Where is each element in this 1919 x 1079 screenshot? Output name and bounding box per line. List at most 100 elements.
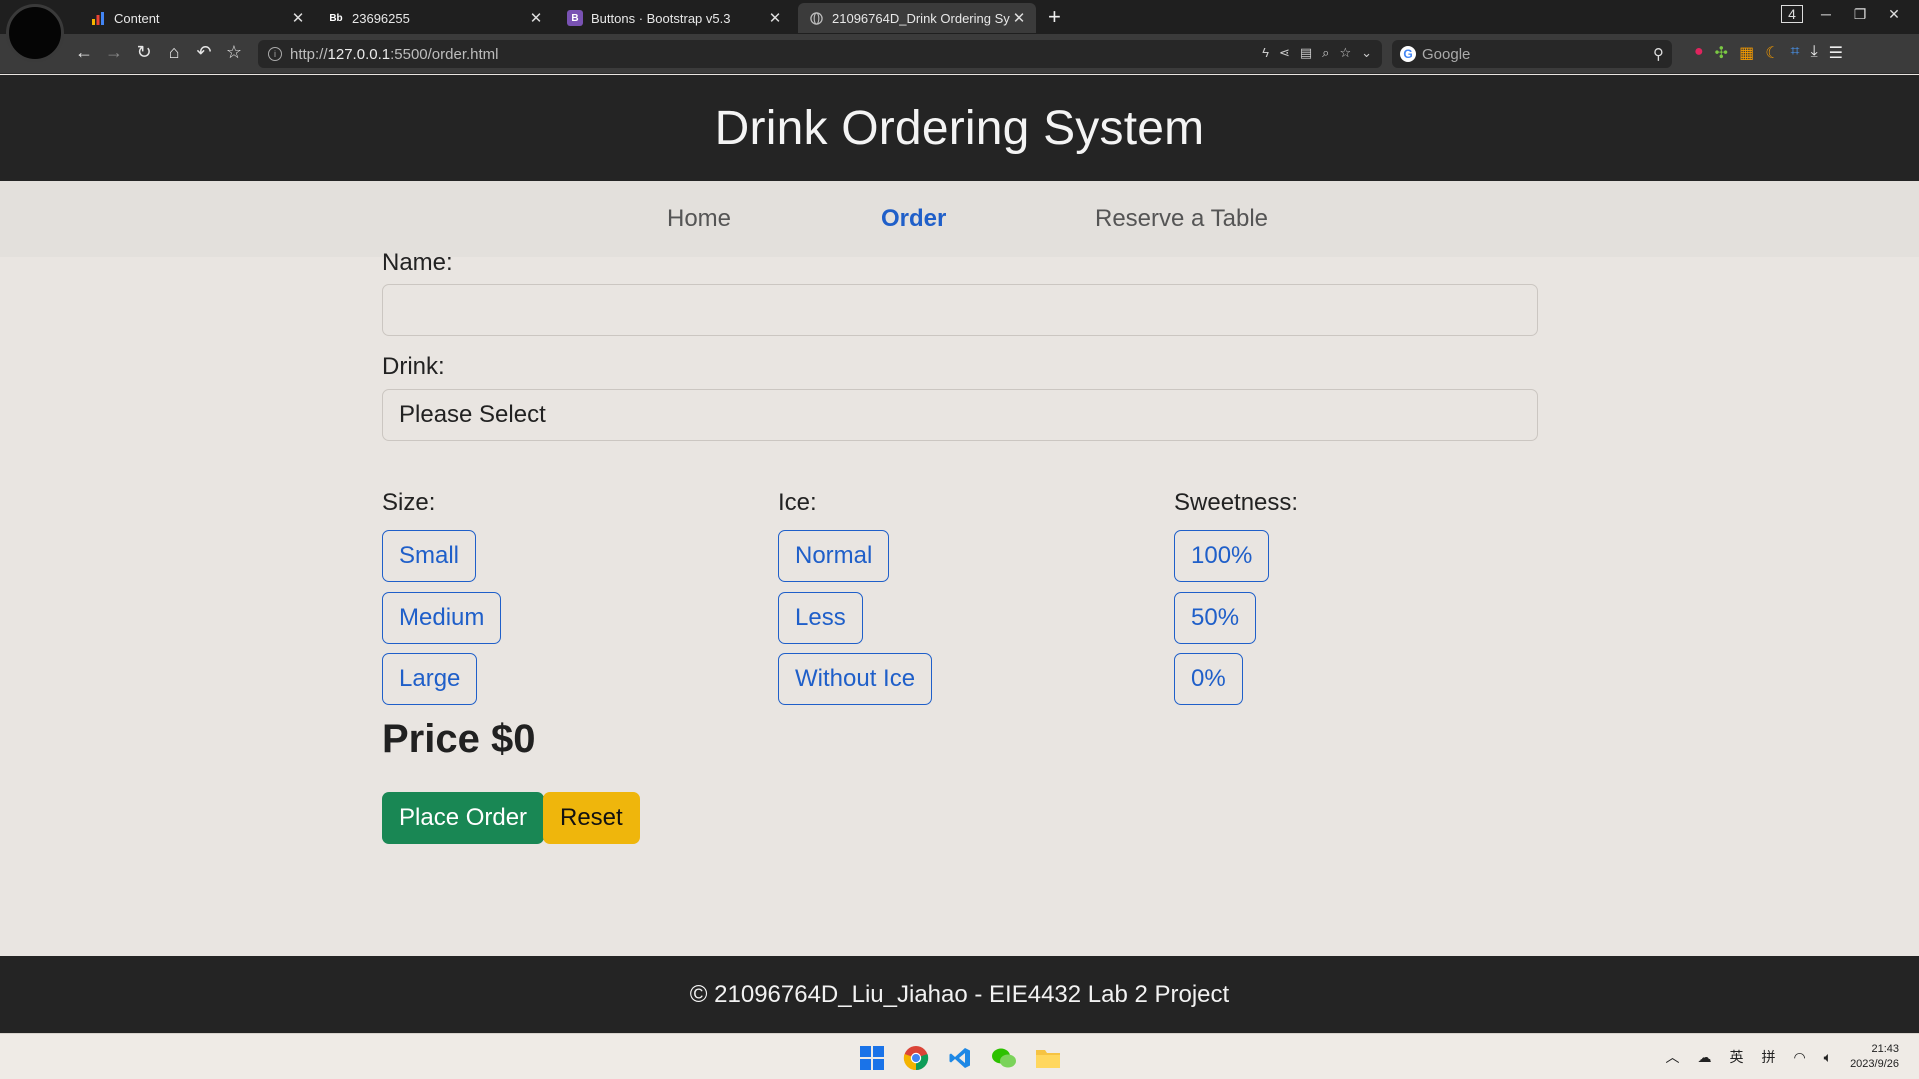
page-viewport: Drink Ordering System Home Order Reserve… xyxy=(0,75,1919,1033)
close-icon[interactable]: ✕ xyxy=(291,9,305,27)
lightning-icon[interactable]: ϟ xyxy=(1262,45,1269,61)
close-icon[interactable]: ✕ xyxy=(1012,9,1026,27)
browser-toolbar: ← → ↻ ⌂ ↶ ☆ i http:// 127.0.0.1 :5500/or… xyxy=(0,34,1919,74)
site-header: Drink Ordering System xyxy=(0,75,1919,181)
drink-label: Drink: xyxy=(382,353,445,380)
close-icon[interactable]: ✕ xyxy=(768,9,782,27)
bb-favicon-icon: Bb xyxy=(329,12,343,24)
ime-mode-indicator[interactable]: 拼 xyxy=(1761,1047,1775,1067)
price-display: Price $0 xyxy=(382,717,536,761)
ice-label: Ice: xyxy=(778,489,817,516)
tab-title: 23696255 xyxy=(352,10,410,26)
volume-icon[interactable]: 🔈︎ xyxy=(1824,1049,1832,1066)
clock-time: 21:43 xyxy=(1871,1043,1899,1055)
translate-icon[interactable]: ▤ xyxy=(1300,45,1312,61)
ice-normal-button[interactable]: Normal xyxy=(778,530,890,582)
ice-without-button[interactable]: Without Ice xyxy=(778,653,933,705)
restore-icon[interactable]: ❐ xyxy=(1843,6,1877,23)
url-scheme: http:// xyxy=(290,45,328,63)
share-icon[interactable]: ⋖ xyxy=(1279,45,1290,61)
moon-extension-icon[interactable]: ☾ xyxy=(1765,43,1779,63)
site-info-icon[interactable]: i xyxy=(268,47,282,61)
size-small-button[interactable]: Small xyxy=(382,530,477,582)
address-bar[interactable]: i http:// 127.0.0.1 :5500/order.html ϟ ⋖… xyxy=(258,40,1382,68)
chrome-icon[interactable] xyxy=(900,1042,932,1074)
url-path: :5500/order.html xyxy=(390,45,499,63)
close-window-icon[interactable]: ✕ xyxy=(1877,6,1911,23)
url-host: 127.0.0.1 xyxy=(327,45,391,63)
size-large-button[interactable]: Large xyxy=(382,653,478,705)
tab-content[interactable]: Content ✕ xyxy=(80,3,315,33)
tab-bootstrap-buttons[interactable]: B Buttons · Bootstrap v5.3 ✕ xyxy=(557,3,792,33)
file-explorer-icon[interactable] xyxy=(1032,1042,1064,1074)
vscode-icon[interactable] xyxy=(944,1042,976,1074)
sweetness-label: Sweetness: xyxy=(1174,489,1299,516)
site-footer: © 21096764D_Liu_Jiahao - EIE4432 Lab 2 P… xyxy=(0,956,1919,1033)
search-bar[interactable]: G Google ⚲ xyxy=(1392,40,1672,68)
tab-23696255[interactable]: Bb 23696255 ✕ xyxy=(318,3,553,33)
sweetness-100-button[interactable]: 100% xyxy=(1174,530,1270,582)
tab-title: Content xyxy=(114,10,160,26)
favorite-star-icon[interactable]: ☆ xyxy=(1339,45,1351,61)
footer-text: © 21096764D_Liu_Jiahao - EIE4432 Lab 2 P… xyxy=(689,980,1230,1008)
chevron-up-icon[interactable]: ︿ xyxy=(1665,1047,1679,1067)
window-controls: 4 ─ ❐ ✕ xyxy=(1775,5,1911,23)
apps-grid-icon[interactable]: ▦ xyxy=(1739,43,1754,63)
search-placeholder: Google xyxy=(1422,45,1471,63)
google-logo-icon: G xyxy=(1400,46,1416,62)
reset-button[interactable]: Reset xyxy=(543,792,640,844)
minimize-icon[interactable]: ─ xyxy=(1809,6,1843,23)
system-tray: ︿ ☁ 英 拼 ◠ 🔈︎ 21:43 2023/9/26 xyxy=(1665,1034,1899,1079)
clock[interactable]: 21:43 2023/9/26 xyxy=(1850,1042,1899,1072)
browser-profile-avatar[interactable] xyxy=(6,4,64,62)
globe-icon xyxy=(808,10,824,26)
ime-language-indicator[interactable]: 英 xyxy=(1729,1047,1743,1067)
nav-link-reserve-table[interactable]: Reserve a Table xyxy=(1095,205,1268,233)
browser-tab-bar: Content ✕ Bb 23696255 ✕ B Buttons · Boot… xyxy=(0,0,1919,62)
drink-select[interactable]: Please Select xyxy=(382,389,1538,441)
clock-date: 2023/9/26 xyxy=(1850,1058,1899,1070)
tab-drink-ordering[interactable]: 21096764D_Drink Ordering Sy ✕ xyxy=(798,3,1036,33)
size-medium-button[interactable]: Medium xyxy=(382,592,502,644)
reload-icon[interactable]: ↻ xyxy=(132,42,156,63)
cloud-icon[interactable]: ☁ xyxy=(1697,1049,1711,1066)
drink-select-value: Please Select xyxy=(399,401,546,428)
tab-count-badge[interactable]: 4 xyxy=(1775,5,1809,23)
download-icon[interactable]: ⤓ xyxy=(1811,43,1818,63)
bar-chart-icon xyxy=(90,10,106,26)
tab-title: Buttons · Bootstrap v5.3 xyxy=(591,10,731,26)
close-icon[interactable]: ✕ xyxy=(529,9,543,27)
sweetness-50-button[interactable]: 50% xyxy=(1174,592,1257,644)
name-label: Name: xyxy=(382,249,453,276)
page-title: Drink Ordering System xyxy=(714,101,1205,155)
back-arrow-icon[interactable]: ← xyxy=(72,42,96,63)
address-bar-actions: ϟ ⋖ ▤ ⌕ ☆ ⌄ xyxy=(1262,45,1372,61)
forward-arrow-icon[interactable]: → xyxy=(102,42,126,63)
ice-less-button[interactable]: Less xyxy=(778,592,863,644)
nav-link-home[interactable]: Home xyxy=(667,205,731,233)
new-tab-plus-icon[interactable]: + xyxy=(1048,4,1061,30)
bootstrap-favicon-icon: B xyxy=(567,10,583,26)
wifi-icon[interactable]: ◠ xyxy=(1793,1049,1805,1066)
sweetness-0-button[interactable]: 0% xyxy=(1174,653,1243,705)
home-icon[interactable]: ⌂ xyxy=(162,42,186,63)
os-taskbar: ︿ ☁ 英 拼 ◠ 🔈︎ 21:43 2023/9/26 xyxy=(0,1033,1919,1079)
bookmark-star-icon[interactable]: ☆ xyxy=(222,42,246,63)
search-icon[interactable]: ⚲ xyxy=(1653,45,1664,63)
crop-icon[interactable]: ⌗ xyxy=(1791,43,1800,63)
menu-icon[interactable]: ☰ xyxy=(1829,43,1843,63)
undo-close-tab-icon[interactable]: ↶ xyxy=(192,42,216,63)
extension-icons: ● ✣ ▦ ☾ ⌗ ⤓ ☰ xyxy=(1694,43,1843,63)
windows-start-icon[interactable] xyxy=(856,1042,888,1074)
chevron-down-icon[interactable]: ⌄ xyxy=(1361,45,1372,61)
tab-title: 21096764D_Drink Ordering Sy xyxy=(832,10,1010,26)
place-order-button[interactable]: Place Order xyxy=(382,792,545,844)
nav-link-order[interactable]: Order xyxy=(881,205,946,233)
size-label: Size: xyxy=(382,489,436,516)
zoom-icon[interactable]: ⌕ xyxy=(1322,45,1329,61)
name-input[interactable] xyxy=(382,284,1538,336)
green-extension-icon[interactable]: ✣ xyxy=(1715,43,1728,63)
microphone-extension-icon[interactable]: ● xyxy=(1694,43,1704,63)
wechat-icon[interactable] xyxy=(988,1042,1020,1074)
site-navbar: Home Order Reserve a Table xyxy=(0,181,1919,257)
